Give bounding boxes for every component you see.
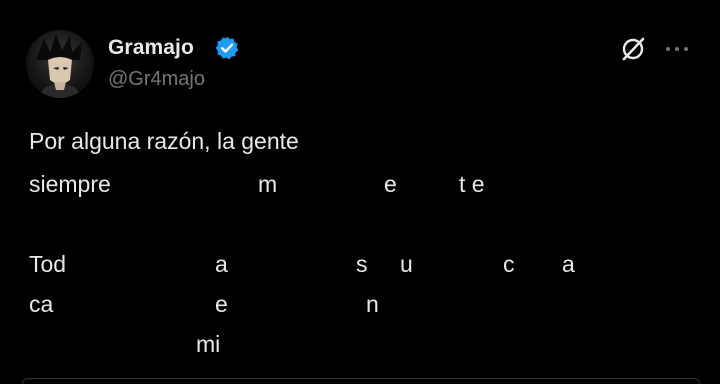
tweet-text-fragment: e xyxy=(215,291,228,317)
tweet-text-fragment: t e xyxy=(459,171,485,197)
tweet-text-fragment: u xyxy=(400,251,413,277)
tweet-text-fragment: e xyxy=(384,171,397,197)
author-name[interactable]: Gramajo xyxy=(108,36,194,60)
tweet-text-line-1: Por alguna razón, la gente xyxy=(29,128,299,154)
avatar[interactable] xyxy=(26,30,94,98)
tweet-text-fragment: a xyxy=(562,251,575,277)
tweet-text-fragment: siempre xyxy=(29,171,111,197)
grok-icon[interactable] xyxy=(618,34,648,64)
tweet-text-fragment: c xyxy=(503,251,515,277)
verified-badge-icon xyxy=(215,36,239,60)
media-card-edge xyxy=(22,378,700,384)
tweet-text-fragment: ca xyxy=(29,291,54,317)
tweet-text-fragment: m xyxy=(258,171,278,197)
tweet-text-fragment: n xyxy=(366,291,379,317)
more-options-icon[interactable] xyxy=(664,44,690,54)
tweet-text-fragment: s xyxy=(356,251,368,277)
tweet-card[interactable]: Gramajo @Gr4majo Por alguna razón, la ge… xyxy=(0,0,720,384)
tweet-text-fragment: Tod xyxy=(29,251,67,277)
author-handle[interactable]: @Gr4majo xyxy=(108,68,205,91)
tweet-text-fragment: mi xyxy=(196,331,221,357)
tweet-text-fragment: a xyxy=(215,251,228,277)
avatar-image-icon xyxy=(36,34,82,98)
